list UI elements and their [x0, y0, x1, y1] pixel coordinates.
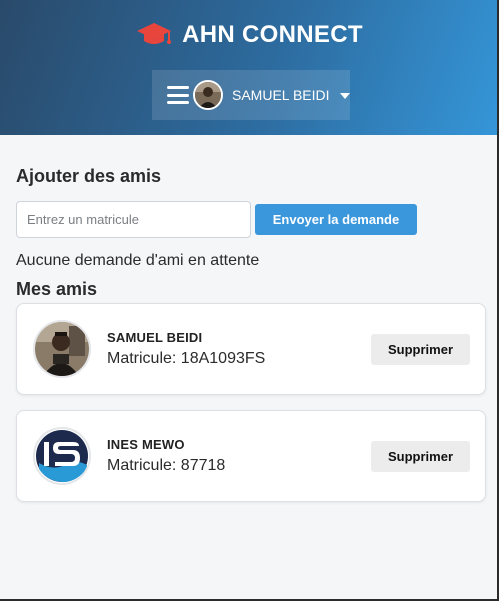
add-friends-title: Ajouter des amis — [16, 166, 162, 186]
caret-down-icon — [339, 93, 350, 99]
friends-title: Mes amis — [16, 279, 98, 299]
avatar — [193, 80, 223, 110]
user-name: SAMUEL BEIDI — [232, 87, 330, 103]
friend-name: INES MEWO — [107, 437, 185, 452]
delete-friend-button[interactable]: Supprimer — [371, 441, 470, 472]
matricule-input[interactable] — [16, 201, 251, 238]
user-menu-button[interactable]: SAMUEL BEIDI — [152, 70, 350, 120]
hamburger-menu-icon[interactable] — [167, 86, 189, 104]
brand-title: AHN CONNECT — [182, 21, 363, 48]
app-header: AHN CONNECT SAMUEL BEIDI — [0, 0, 499, 135]
send-request-button[interactable]: Envoyer la demande — [255, 204, 417, 235]
brand: AHN CONNECT — [0, 20, 499, 50]
pending-requests-status: Aucune demande d'ami en attente — [16, 252, 260, 269]
friend-name: SAMUEL BEIDI — [107, 330, 203, 345]
friend-card: SAMUEL BEIDI Matricule: 18A1093FS Suppri… — [16, 303, 486, 395]
friend-card: INES MEWO Matricule: 87718 Supprimer — [16, 410, 486, 502]
friend-avatar — [33, 320, 91, 378]
friend-avatar — [33, 427, 91, 485]
friend-matricule: Matricule: 18A1093FS — [107, 350, 266, 367]
delete-friend-button[interactable]: Supprimer — [371, 334, 470, 365]
graduation-cap-icon — [136, 20, 172, 50]
friend-matricule: Matricule: 87718 — [107, 457, 226, 474]
